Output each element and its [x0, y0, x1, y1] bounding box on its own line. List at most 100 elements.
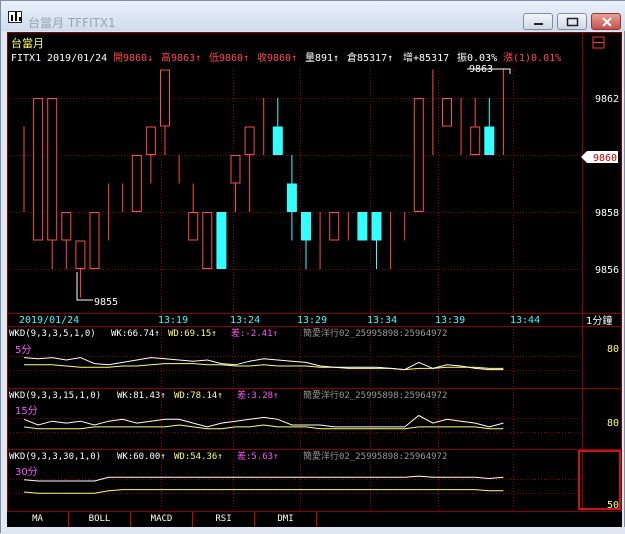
candle-body-up: [160, 69, 170, 127]
indicator-tick: 50: [607, 500, 619, 511]
indicator-wd: WD:54.36↑: [174, 452, 223, 462]
low-price-label: 9855: [94, 297, 118, 308]
indicator-diff: 差:-2.41↑: [231, 327, 278, 339]
quote-open-interest: 倉85317↑: [347, 51, 393, 64]
candle-body-down: [272, 126, 283, 155]
indicator-period: 5分: [15, 344, 31, 356]
chart-app-icon: [8, 11, 22, 23]
quote-symbol: FITX1: [11, 53, 41, 64]
indicator-params: WKD(9,3,3,5,1,0): [9, 329, 96, 339]
quote-name: 台當月: [11, 36, 44, 50]
chart-border: [7, 32, 622, 512]
indicator-wk: WK:81.43↑: [117, 391, 166, 401]
tab-rsi[interactable]: RSI: [193, 512, 255, 527]
quote-change: 漲(1)0.01%: [503, 52, 561, 64]
wd-line: [23, 424, 504, 430]
x-tick-label: 13:19: [158, 315, 188, 326]
indicator-tick: 80: [607, 344, 619, 355]
indicator-diff: 差:3.28↑: [237, 389, 279, 401]
indicator-params: WKD(9,3,3,15,1,0): [9, 391, 101, 401]
candle-body-down: [357, 212, 368, 241]
quote-high: 高9863↑: [161, 51, 201, 64]
candle-body-up: [89, 212, 100, 269]
indicator-info: 簡愛洋行02_25995898:25964972: [303, 389, 447, 401]
candle-body-up: [470, 126, 481, 155]
candle-body-down: [286, 183, 297, 212]
y-tick-label: 9858: [595, 208, 619, 219]
indicator-period: 15分: [15, 405, 38, 417]
indicator-tab-bar: MA BOLL MACD RSI DMI: [7, 512, 622, 527]
indicator-info: 簡愛洋行02_25995898:25964972: [303, 450, 447, 462]
indicator-params: WKD(9,3,3,30,1,0): [9, 452, 101, 462]
candle-body-up: [61, 212, 72, 241]
minimize-button[interactable]: [523, 13, 553, 30]
y-tick-label: 9862: [595, 94, 619, 105]
candle-body-up: [413, 98, 424, 212]
x-date-label: 2019/01/24: [19, 315, 79, 326]
window-title: 台當月 TFFITX1: [28, 16, 116, 30]
candle-body-up: [47, 98, 58, 241]
kline-chart-area[interactable]: 台當月 FITX1 2019/01/24 開9860↓ 高9863↑ 低9860…: [7, 32, 622, 512]
y-tick-label: 9856: [595, 265, 619, 276]
candle-body-down: [216, 212, 227, 269]
indicator-wk: WK:60.00↑: [117, 452, 166, 462]
x-tick-label: 13:29: [297, 315, 327, 326]
tab-dmi[interactable]: DMI: [255, 512, 317, 527]
app-window: 台當月 TFFITX1 台當月 FITX1 2019/01/24 開9860↓ …: [0, 0, 625, 534]
quote-oi-change: 增+85317: [403, 51, 449, 64]
indicator-wd: WD:69.15↑: [168, 329, 217, 339]
high-price-label: 9863: [469, 64, 493, 75]
low-annotation: 9855: [76, 272, 118, 308]
candle-body-up: [75, 240, 86, 269]
quote-date: 2019/01/24: [47, 53, 107, 64]
x-tick-label: 13:34: [367, 315, 397, 326]
quote-open: 開9860↓: [113, 52, 153, 64]
quote-low: 低9860↑: [209, 51, 249, 64]
wd-line: [23, 489, 504, 494]
candle-body-down: [371, 212, 382, 241]
indicator-period: 30分: [15, 466, 38, 478]
x-tick-label: 13:39: [435, 315, 465, 326]
x-tick-label: 13:44: [510, 315, 540, 326]
indicator-tick: 80: [607, 418, 619, 429]
candle-body-up: [244, 126, 255, 155]
current-price-label: 9860: [593, 153, 617, 164]
candle-body-down: [301, 212, 311, 241]
candle-body-down: [484, 126, 495, 155]
period-label: 1分鐘: [586, 314, 612, 327]
candlestick-series: [23, 69, 504, 298]
candle-body-up: [202, 212, 213, 269]
title-bar[interactable]: 台當月 TFFITX1: [1, 1, 625, 31]
wd-line: [24, 363, 504, 371]
candle-body-up: [33, 98, 44, 241]
current-price-marker: 9860: [581, 151, 618, 164]
candle-body-up: [145, 126, 156, 155]
quote-close: 收9860↑: [257, 51, 297, 64]
wk-line: [23, 475, 504, 482]
tab-boll[interactable]: BOLL: [69, 512, 131, 527]
indicator-wd: WD:78.14↑: [174, 391, 223, 401]
maximize-icon: [566, 17, 579, 27]
tab-ma[interactable]: MA: [7, 512, 69, 527]
close-button[interactable]: [591, 13, 621, 30]
indicator-wk: WK:66.74↑: [111, 329, 160, 339]
x-tick-label: 13:24: [230, 315, 260, 326]
chart-settings-icon[interactable]: [592, 36, 605, 49]
candle-body-up: [230, 155, 241, 184]
candle-body-up: [329, 212, 340, 241]
close-icon: [602, 17, 612, 27]
tab-macd[interactable]: MACD: [131, 512, 193, 527]
chart-grid: [7, 32, 622, 512]
quote-volume: 量891↑: [305, 52, 339, 64]
minimize-icon: [534, 23, 543, 25]
wk-line: [23, 357, 504, 371]
candle-body-up: [442, 98, 452, 127]
indicator-lines: [23, 357, 504, 494]
candle-body-up: [188, 212, 199, 241]
chart-canvas[interactable]: 台當月 FITX1 2019/01/24 開9860↓ 高9863↑ 低9860…: [7, 32, 622, 512]
quote-amplitude: 振0.03%: [457, 51, 497, 64]
maximize-button[interactable]: [557, 13, 587, 30]
indicator-info: 簡愛洋行02_25995898:25964972: [303, 327, 447, 339]
indicator-diff: 差:5.63↑: [237, 450, 279, 462]
candle-body-up: [131, 155, 142, 212]
